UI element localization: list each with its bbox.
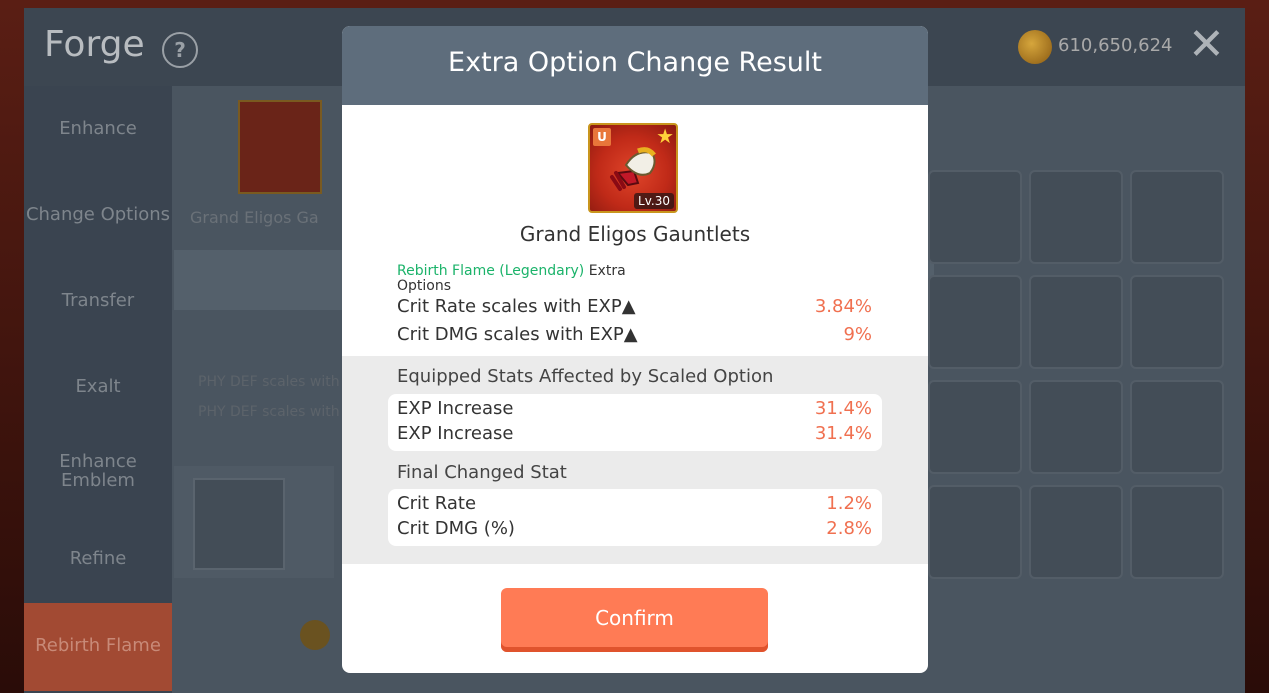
sidebar-item-enhance[interactable]: Enhance — [24, 118, 172, 139]
confirm-button[interactable]: Confirm — [501, 588, 768, 652]
item-icon: U ★ Lv.30 — [588, 123, 678, 213]
background-stat-1: PHY DEF scales with — [198, 374, 340, 390]
sidebar-item-change-options[interactable]: Change Options — [24, 204, 172, 225]
flame-source-label: Rebirth Flame (Legendary) Extra Options — [397, 264, 657, 294]
inventory-slot — [928, 275, 1022, 369]
final-stat-value: 2.8% — [826, 518, 872, 539]
final-stat-label: Crit Rate — [397, 493, 477, 514]
inventory-slot — [1130, 275, 1224, 369]
inventory-slot — [1130, 380, 1224, 474]
modal-title: Extra Option Change Result — [448, 47, 822, 78]
final-stats-title: Final Changed Stat — [397, 462, 567, 483]
inventory-slot — [1130, 485, 1224, 579]
forge-sidebar: Enhance Change Options Transfer Exalt En… — [24, 86, 172, 693]
currency-amount: 610,650,624 — [1058, 35, 1173, 56]
item-name: Grand Eligos Gauntlets — [519, 222, 751, 246]
background-material-slot — [193, 478, 285, 570]
final-stat-label: Crit DMG (%) — [397, 518, 515, 539]
option-label: Crit DMG scales with EXP▲ — [397, 324, 638, 345]
confirm-button-label: Confirm — [595, 606, 674, 630]
inventory-slot — [1029, 275, 1123, 369]
final-stat-value: 1.2% — [826, 493, 872, 514]
affected-stat-value: 31.4% — [814, 398, 872, 419]
help-icon[interactable]: ? — [162, 32, 198, 68]
option-label: Crit Rate scales with EXP▲ — [397, 296, 636, 317]
modal-header: Extra Option Change Result — [342, 26, 928, 105]
gold-coin-icon — [1018, 30, 1052, 64]
affected-stat-value: 31.4% — [814, 423, 872, 444]
inventory-slot — [1029, 485, 1123, 579]
sidebar-item-transfer[interactable]: Transfer — [24, 290, 172, 311]
forge-title: Forge — [44, 24, 145, 65]
option-change-result-modal: Extra Option Change Result U ★ Lv.30 Gra… — [342, 26, 928, 673]
background-stat-2: PHY DEF scales with — [198, 404, 340, 420]
option-value: 9% — [843, 324, 872, 345]
background-item-name: Grand Eligos Ga — [190, 208, 319, 227]
close-icon[interactable]: ✕ — [1188, 20, 1225, 70]
item-level: Lv.30 — [634, 193, 674, 209]
affected-stat-label: EXP Increase — [397, 423, 514, 444]
inventory-slot — [1029, 380, 1123, 474]
gauntlet-icon — [610, 147, 656, 191]
inventory-slot — [928, 170, 1022, 264]
inventory-slot — [1130, 170, 1224, 264]
affected-stat-label: EXP Increase — [397, 398, 514, 419]
sidebar-item-refine[interactable]: Refine — [24, 548, 172, 569]
sidebar-item-exalt[interactable]: Exalt — [24, 376, 172, 397]
inventory-slot — [928, 485, 1022, 579]
affected-stats-title: Equipped Stats Affected by Scaled Option — [397, 366, 774, 387]
background-item-thumbnail — [238, 100, 322, 194]
option-value: 3.84% — [814, 296, 872, 317]
sidebar-item-enhance-emblem[interactable]: Enhance Emblem — [24, 452, 172, 490]
background-coin-icon — [300, 620, 330, 650]
inventory-slot — [1029, 170, 1123, 264]
flame-source-name: Rebirth Flame (Legendary) — [397, 263, 585, 279]
sidebar-item-rebirth-flame[interactable]: Rebirth Flame — [24, 603, 172, 691]
inventory-slot — [928, 380, 1022, 474]
